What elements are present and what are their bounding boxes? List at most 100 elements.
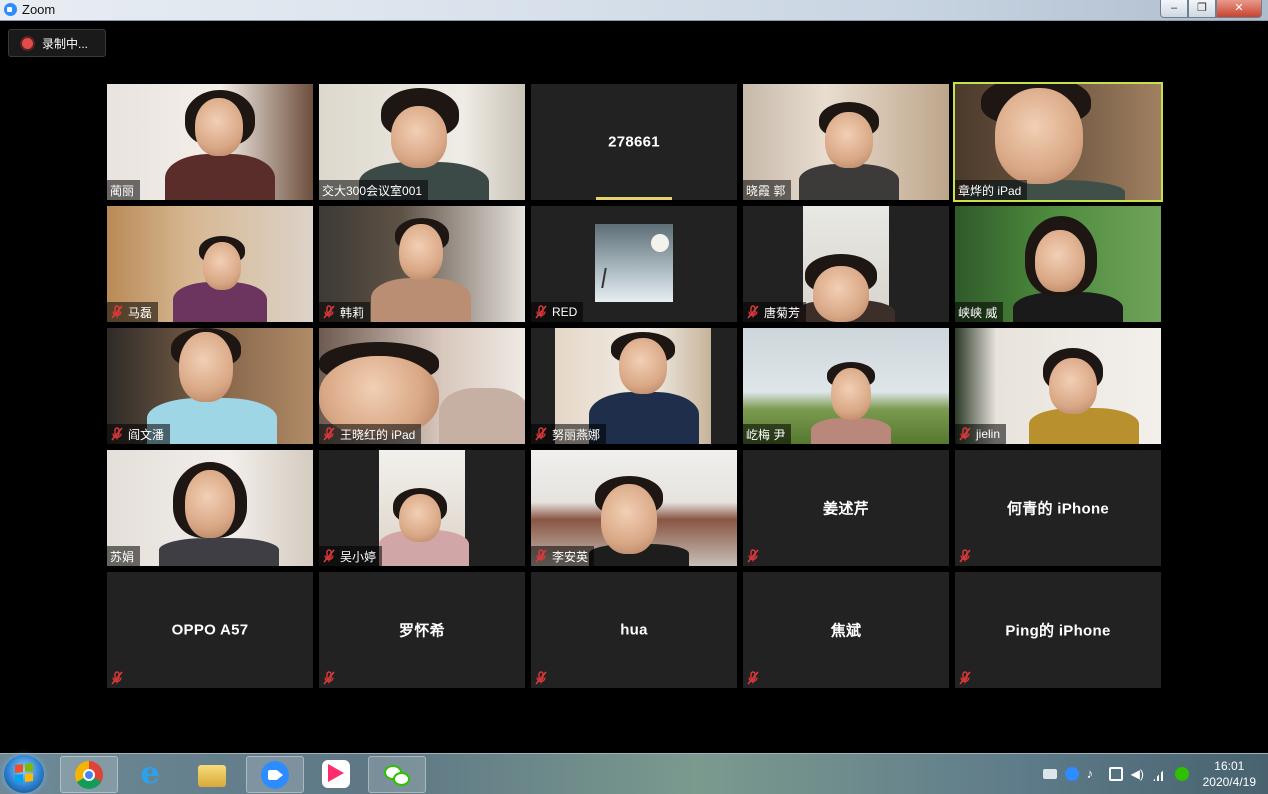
window-controls: – ❐ ✕ bbox=[1160, 0, 1262, 18]
youku-taskbar-button[interactable] bbox=[308, 756, 364, 791]
participant-name: RED bbox=[552, 305, 578, 319]
participant-name-bar: 韩莉 bbox=[319, 302, 371, 322]
zoom-icon bbox=[261, 760, 289, 789]
participant-name-bar: 马磊 bbox=[107, 302, 159, 322]
window-title: Zoom bbox=[22, 2, 56, 17]
person-face bbox=[391, 106, 447, 168]
participant-tile[interactable]: Ping的 iPhone bbox=[955, 572, 1161, 688]
volume-icon[interactable]: ◀) bbox=[1131, 767, 1145, 781]
chrome-taskbar-button[interactable] bbox=[60, 756, 118, 793]
participant-tile[interactable]: 罗怀希 bbox=[319, 572, 525, 688]
muted-mic-icon bbox=[110, 427, 124, 441]
music-icon[interactable]: ♪ bbox=[1087, 767, 1101, 781]
person-face bbox=[399, 224, 443, 280]
explorer-taskbar-button[interactable] bbox=[184, 756, 240, 791]
ie-taskbar-button[interactable]: e bbox=[122, 756, 178, 791]
maximize-button[interactable]: ❐ bbox=[1188, 0, 1216, 18]
usb-icon[interactable] bbox=[1108, 767, 1123, 781]
muted-mic-icon bbox=[322, 671, 336, 685]
person-body bbox=[165, 154, 275, 200]
participant-tile[interactable]: 努丽燕娜 bbox=[531, 328, 737, 444]
ie-icon: e bbox=[140, 755, 160, 791]
participant-tile[interactable]: OPPO A57 bbox=[107, 572, 313, 688]
participant-name-bar: 吴小婷 bbox=[319, 546, 383, 566]
person-face bbox=[831, 368, 871, 420]
wechat-tray-icon[interactable] bbox=[1174, 767, 1189, 781]
participant-tile[interactable]: 峡峡 威 bbox=[955, 206, 1161, 322]
participant-tile[interactable]: hua bbox=[531, 572, 737, 688]
participant-name-bar: 蔺丽 bbox=[107, 180, 141, 200]
recording-indicator[interactable]: 录制中... bbox=[8, 29, 106, 57]
participant-center-name: 焦斌 bbox=[830, 622, 862, 640]
start-button[interactable] bbox=[4, 755, 44, 793]
zoom-tray-icon[interactable] bbox=[1064, 767, 1079, 781]
participant-tile[interactable]: 278661 bbox=[531, 84, 737, 200]
person-face bbox=[195, 98, 243, 156]
participant-tile[interactable]: 章烨的 iPad bbox=[953, 82, 1163, 202]
participant-tile[interactable]: 唐菊芳 bbox=[743, 206, 949, 322]
person-body bbox=[811, 418, 891, 444]
participant-tile[interactable]: 吴小婷 bbox=[319, 450, 525, 566]
windows-logo-icon bbox=[15, 763, 33, 783]
participant-center-name: 罗怀希 bbox=[399, 622, 445, 640]
participant-tile[interactable]: 晓霞 郭 bbox=[743, 84, 949, 200]
person-body bbox=[159, 538, 279, 566]
participant-tile[interactable]: 何青的 iPhone bbox=[955, 450, 1161, 566]
audio-level-bar bbox=[596, 197, 672, 200]
person-face bbox=[1035, 230, 1085, 292]
participant-tile[interactable]: 马磊 bbox=[107, 206, 313, 322]
muted-mic-icon bbox=[322, 305, 336, 319]
participant-name: 晓霞 郭 bbox=[746, 183, 786, 198]
clock-date: 2020/4/19 bbox=[1202, 775, 1256, 789]
person-face bbox=[995, 88, 1083, 184]
muted-mic-icon bbox=[322, 549, 336, 563]
zoom-taskbar-button[interactable] bbox=[246, 756, 304, 793]
person-face bbox=[619, 338, 667, 394]
participant-center-name: 278661 bbox=[608, 133, 660, 151]
participant-tile[interactable]: 交大300会议室001 bbox=[319, 84, 525, 200]
system-tray: ♪ ◀) 16:01 2020/4/19 bbox=[1039, 754, 1256, 794]
participant-name: 马磊 bbox=[128, 305, 153, 320]
participant-name: jielin bbox=[976, 427, 1001, 441]
participant-tile[interactable]: 焦斌 bbox=[743, 572, 949, 688]
participant-name: 屹梅 尹 bbox=[746, 427, 786, 442]
moon-image bbox=[651, 234, 669, 252]
participant-tile[interactable]: RED bbox=[531, 206, 737, 322]
person-body bbox=[1029, 408, 1139, 444]
participant-tile[interactable]: 王晓红的 iPad bbox=[319, 328, 525, 444]
participant-name-bar: 王晓红的 iPad bbox=[319, 424, 422, 444]
muted-mic-icon bbox=[110, 305, 124, 319]
person-face bbox=[203, 242, 241, 290]
wechat-taskbar-button[interactable] bbox=[368, 756, 426, 793]
window-title-bar[interactable]: Zoom – ❐ ✕ bbox=[0, 0, 1268, 21]
participant-tile[interactable]: jielin bbox=[955, 328, 1161, 444]
muted-mic-icon bbox=[958, 549, 972, 563]
participant-name-bar: 苏娟 bbox=[107, 546, 141, 566]
participant-tile[interactable]: 阎文潘 bbox=[107, 328, 313, 444]
participant-name-bar: 李安英 bbox=[531, 546, 595, 566]
minimize-button[interactable]: – bbox=[1160, 0, 1188, 18]
muted-mic-icon bbox=[746, 305, 760, 319]
network-icon[interactable] bbox=[1152, 767, 1167, 781]
participant-tile[interactable]: 李安英 bbox=[531, 450, 737, 566]
recording-label: 录制中... bbox=[42, 36, 89, 51]
keyboard-icon[interactable] bbox=[1042, 769, 1057, 779]
participant-name: 韩莉 bbox=[340, 305, 365, 320]
participant-name: 阎文潘 bbox=[128, 427, 165, 442]
clock-time: 16:01 bbox=[1214, 759, 1245, 773]
muted-mic-icon bbox=[746, 549, 760, 563]
person-face bbox=[185, 470, 235, 538]
youku-icon bbox=[322, 759, 350, 788]
taskbar-clock[interactable]: 16:01 2020/4/19 bbox=[1203, 758, 1256, 790]
participant-name-bar: 峡峡 威 bbox=[955, 302, 1004, 322]
participant-tile[interactable]: 苏娟 bbox=[107, 450, 313, 566]
windows-taskbar: e ♪ ◀) 16:01 2020/4/19 bbox=[0, 753, 1268, 794]
participant-name: 章烨的 iPad bbox=[958, 183, 1022, 198]
participant-tile[interactable]: 蔺丽 bbox=[107, 84, 313, 200]
participant-tile[interactable]: 屹梅 尹 bbox=[743, 328, 949, 444]
person-face bbox=[825, 112, 873, 168]
participant-tile[interactable]: 姜述芹 bbox=[743, 450, 949, 566]
muted-mic-icon bbox=[534, 549, 548, 563]
close-button[interactable]: ✕ bbox=[1216, 0, 1262, 18]
participant-tile[interactable]: 韩莉 bbox=[319, 206, 525, 322]
